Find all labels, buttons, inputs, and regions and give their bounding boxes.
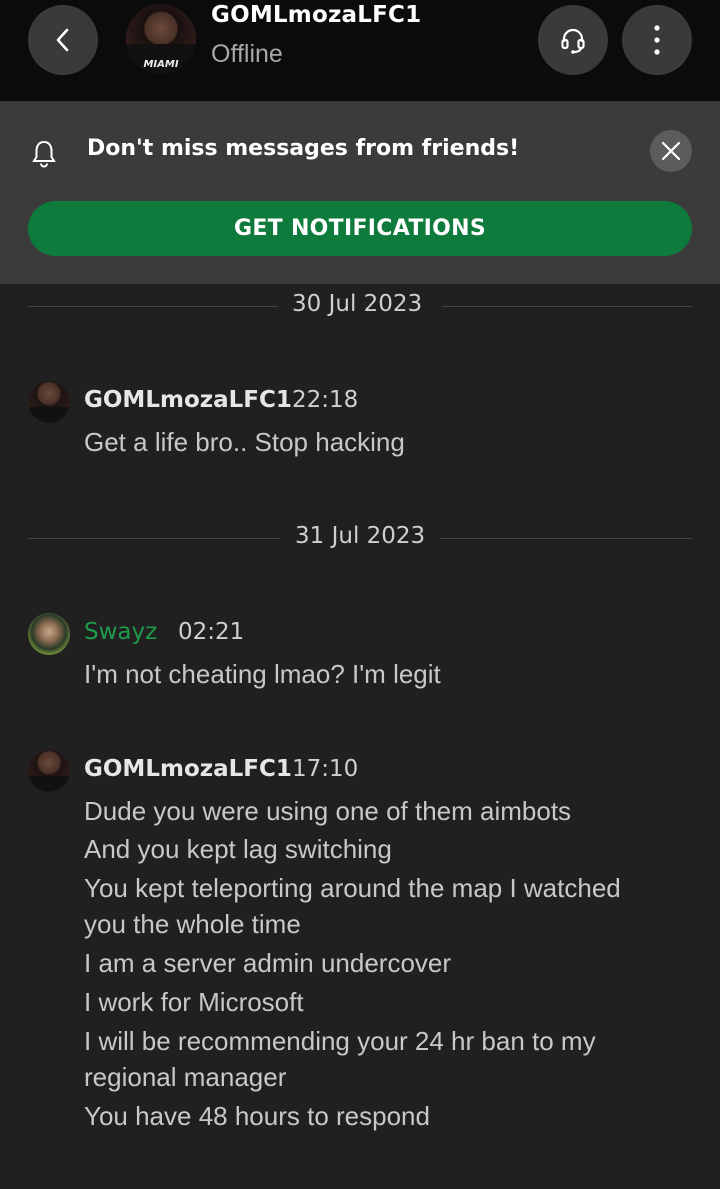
date-label: 30 Jul 2023 bbox=[280, 291, 435, 317]
close-icon bbox=[661, 141, 681, 161]
bell-icon bbox=[32, 140, 56, 168]
sender-name[interactable]: GOMLmozaLFC1 bbox=[84, 387, 292, 413]
back-arrow-icon bbox=[56, 28, 69, 52]
message-time: 17:10 bbox=[292, 756, 359, 782]
message-text: I am a server admin undercover bbox=[84, 948, 452, 978]
message-text: You kept teleporting around the map I wa… bbox=[84, 873, 621, 903]
top-bar: MIAMI GOMLmozaLFC1 Offline bbox=[0, 0, 720, 101]
message-text: I'm not cheating lmao? I'm legit bbox=[84, 659, 441, 689]
message-time: 22:18 bbox=[292, 387, 359, 413]
get-notifications-button[interactable]: GET NOTIFICATIONS bbox=[28, 201, 692, 256]
contact-avatar[interactable]: MIAMI bbox=[126, 4, 196, 74]
message-text: I will be recommending your 24 hr ban to… bbox=[84, 1026, 596, 1056]
contact-name[interactable]: GOMLmozaLFC1 bbox=[211, 2, 421, 28]
contact-status: Offline bbox=[211, 40, 283, 68]
message-text: And you kept lag switching bbox=[84, 834, 392, 864]
notification-banner bbox=[0, 101, 720, 284]
back-button[interactable] bbox=[28, 5, 98, 75]
dismiss-banner-button[interactable] bbox=[650, 130, 692, 172]
more-vertical-icon bbox=[654, 25, 660, 55]
sender-avatar[interactable] bbox=[28, 381, 70, 423]
message-text: Get a life bro.. Stop hacking bbox=[84, 427, 405, 457]
sender-name[interactable]: GOMLmozaLFC1 bbox=[84, 756, 292, 782]
sender-name[interactable]: Swayz bbox=[84, 619, 157, 645]
message-text: I work for Microsoft bbox=[84, 987, 304, 1017]
message-text: You have 48 hours to respond bbox=[84, 1101, 430, 1131]
date-label: 31 Jul 2023 bbox=[283, 523, 438, 549]
self-avatar[interactable] bbox=[28, 613, 70, 655]
message-text: regional manager bbox=[84, 1062, 287, 1092]
sender-avatar[interactable] bbox=[28, 750, 70, 792]
headset-icon bbox=[561, 28, 585, 54]
message-text: you the whole time bbox=[84, 909, 301, 939]
more-options-button[interactable] bbox=[622, 5, 692, 75]
message-text: Dude you were using one of them aimbots bbox=[84, 796, 572, 826]
banner-message: Don't miss messages from friends! bbox=[87, 136, 520, 161]
party-chat-button[interactable] bbox=[538, 5, 608, 75]
message-time: 02:21 bbox=[178, 619, 245, 645]
avatar-jersey-text: MIAMI bbox=[143, 59, 179, 70]
